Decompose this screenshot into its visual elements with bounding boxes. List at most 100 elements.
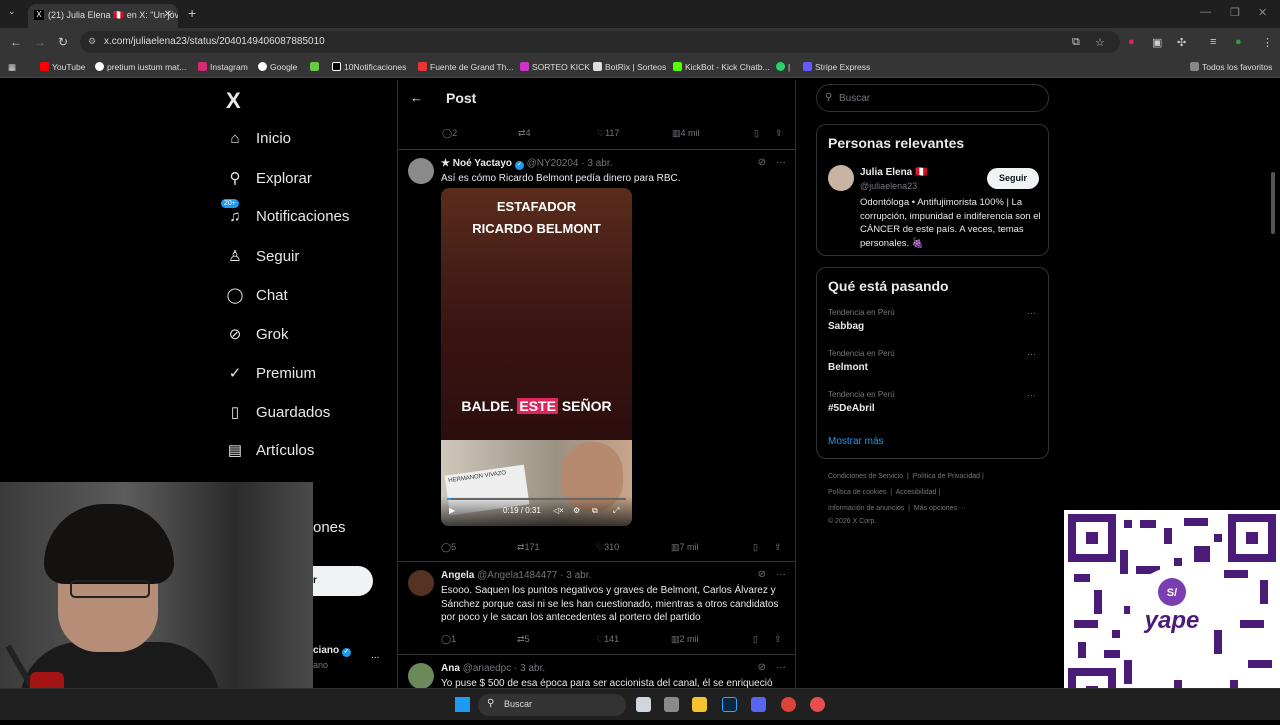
x-logo[interactable]: X <box>226 88 241 114</box>
back-arrow-icon[interactable]: ← <box>410 90 423 105</box>
fullscreen-icon[interactable]: ⤢ <box>613 506 619 516</box>
forward-icon[interactable]: → <box>34 35 46 49</box>
grok-icon[interactable]: ⊘ <box>758 569 766 580</box>
reply-button[interactable]: ◯ 2 <box>442 128 457 139</box>
nav-premium[interactable]: ✓ Premium <box>226 364 316 382</box>
profile-avatar[interactable]: ● <box>1235 36 1242 48</box>
app-icon[interactable] <box>664 697 679 712</box>
browser-tab[interactable]: X (21) Julia Elena 🇵🇪 en X: "Un jóv ✕ <box>28 4 178 28</box>
footer-link[interactable]: Accesibilidad <box>896 489 937 496</box>
more-icon[interactable]: ··· <box>776 569 786 580</box>
close-window-icon[interactable]: ✕ <box>1258 6 1267 19</box>
avatar[interactable] <box>828 165 854 191</box>
task-view-icon[interactable] <box>636 697 651 712</box>
share-button[interactable]: ⇪ <box>774 634 782 645</box>
extension-icon[interactable]: ▣ <box>1152 36 1162 49</box>
more-icon[interactable]: ··· <box>776 662 786 673</box>
tweet-author[interactable]: Ana @anaedpc · 3 abr. <box>441 663 545 674</box>
new-tab-icon[interactable]: + <box>188 5 196 21</box>
share-button[interactable]: ⇪ <box>775 128 783 139</box>
avatar[interactable] <box>408 158 434 184</box>
bookmark-stripe[interactable]: Stripe Express <box>803 62 870 72</box>
tweet[interactable]: Ana @anaedpc · 3 abr. ⊘ ··· Yo puse $ 50… <box>398 654 796 689</box>
reply-button[interactable]: ◯ 1 <box>441 634 456 645</box>
account-more-icon[interactable]: ... <box>371 650 379 661</box>
pip-icon[interactable]: ⧉ <box>592 506 598 516</box>
mute-icon[interactable]: ◁× <box>553 506 564 515</box>
bookmark-button[interactable]: ▯ <box>753 542 758 553</box>
bookmark-button[interactable]: ▯ <box>753 634 758 645</box>
windows-start-icon[interactable] <box>455 697 470 712</box>
footer-link[interactable]: Política de Privacidad <box>913 473 980 480</box>
follow-button[interactable]: Seguir <box>987 168 1039 189</box>
grok-icon[interactable]: ⊘ <box>758 662 766 673</box>
show-more-link[interactable]: Mostrar más <box>828 436 884 447</box>
relevant-handle[interactable]: @juliaelena23 <box>860 181 917 191</box>
bookmark-app[interactable] <box>310 62 322 72</box>
avatar[interactable] <box>408 663 434 689</box>
footer-link[interactable]: Condiciones de Servicio <box>828 473 903 480</box>
nav-inicio[interactable]: ⌂ Inicio <box>226 130 291 147</box>
nav-explorar[interactable]: ⚲ Explorar <box>226 169 312 187</box>
tab-search-icon[interactable]: ⌄ <box>8 6 16 17</box>
footer-link[interactable]: Política de cookies <box>828 489 886 496</box>
nav-partial-label[interactable]: ones <box>313 519 346 536</box>
reload-icon[interactable]: ↻ <box>58 35 68 49</box>
video-player[interactable]: ESTAFADOR RICARDO BELMONT BALDE. ESTE SEÑ… <box>441 188 632 526</box>
avatar[interactable] <box>408 570 434 596</box>
repost-button[interactable]: ⇄ 4 <box>518 128 531 139</box>
settings-icon[interactable]: ⚙ <box>573 506 580 515</box>
bookmark-10notificaciones[interactable]: 10Notificaciones <box>332 62 406 72</box>
bookmark-kickbot[interactable]: KickBot - Kick Chatb... <box>673 62 770 72</box>
media-icon[interactable]: ≡ <box>1210 36 1216 48</box>
bookmark-fuente[interactable]: Fuente de Grand Th... <box>418 62 513 72</box>
repost-button[interactable]: ⇄ 171 <box>517 542 540 553</box>
bookmark-google[interactable]: Google <box>258 62 297 72</box>
tweet[interactable]: Angela @Angela1484477 · 3 abr. ⊘ ··· Eso… <box>398 561 796 654</box>
chrome-icon[interactable] <box>781 697 796 712</box>
footer-link[interactable]: Información de anuncios <box>828 505 904 512</box>
post-button[interactable]: r <box>313 566 373 596</box>
tweet[interactable]: ★ Noé Yactayo ✓ @NY20204 · 3 abr. ⊘ ··· … <box>398 149 796 561</box>
reply-button[interactable]: ◯ 5 <box>441 542 456 553</box>
views-button[interactable]: ▥ 4 mil <box>672 128 700 139</box>
star-icon[interactable]: ☆ <box>1095 36 1105 49</box>
footer-link[interactable]: Más opciones ··· <box>914 505 966 512</box>
menu-icon[interactable]: ⋮ <box>1262 36 1273 49</box>
taskbar-search[interactable]: ⚲ Buscar <box>478 694 626 716</box>
more-icon[interactable]: ··· <box>776 157 786 168</box>
maximize-icon[interactable]: ❐ <box>1230 6 1240 19</box>
file-explorer-icon[interactable] <box>692 697 707 712</box>
share-button[interactable]: ⇪ <box>774 542 782 553</box>
repost-button[interactable]: ⇄ 5 <box>517 634 530 645</box>
url-field[interactable]: ⚙ x.com/juliaelena23/status/204014940608… <box>80 31 1120 53</box>
profile-name[interactable]: ciano ✓ <box>313 645 351 657</box>
obs-icon[interactable] <box>810 697 825 712</box>
bookmark-sorteo-kick[interactable]: SORTEO KICK <box>520 62 590 72</box>
extension-record-icon[interactable]: ● <box>1128 36 1135 48</box>
discord-icon[interactable] <box>751 697 766 712</box>
search-input[interactable]: ⚲ Buscar <box>816 84 1049 112</box>
grok-icon[interactable]: ⊘ <box>758 157 766 168</box>
tweet-author[interactable]: ★ Noé Yactayo ✓ @NY20204 · 3 abr. <box>441 158 612 170</box>
nav-guardados[interactable]: ▯ Guardados <box>226 403 330 421</box>
views-button[interactable]: ▥ 7 mil <box>671 542 699 553</box>
install-icon[interactable]: ⧉ <box>1072 36 1080 49</box>
nav-chat[interactable]: ◯ Chat <box>226 286 288 304</box>
bookmark-youtube[interactable]: YouTube <box>40 62 85 72</box>
nav-articulos[interactable]: ▤ Artículos <box>226 441 314 459</box>
tweet-author[interactable]: Angela @Angela1484477 · 3 abr. <box>441 570 591 581</box>
photoshop-icon[interactable] <box>722 697 737 712</box>
close-tab-icon[interactable]: ✕ <box>164 9 172 20</box>
back-icon[interactable]: ← <box>10 35 22 49</box>
like-button[interactable]: ♡ 310 <box>596 542 619 553</box>
site-info-icon[interactable]: ⚙ <box>88 36 96 47</box>
like-button[interactable]: ♡ 141 <box>596 634 619 645</box>
bookmark-pretium[interactable]: pretium iustum mat... <box>95 62 186 72</box>
apps-icon[interactable]: ▦ <box>8 62 16 73</box>
bookmark-instagram[interactable]: Instagram <box>198 62 248 72</box>
play-icon[interactable]: ▶ <box>449 506 455 515</box>
scrollbar[interactable] <box>1271 172 1275 234</box>
minimize-icon[interactable]: — <box>1200 6 1211 18</box>
bookmark-button[interactable]: ▯ <box>754 128 759 139</box>
